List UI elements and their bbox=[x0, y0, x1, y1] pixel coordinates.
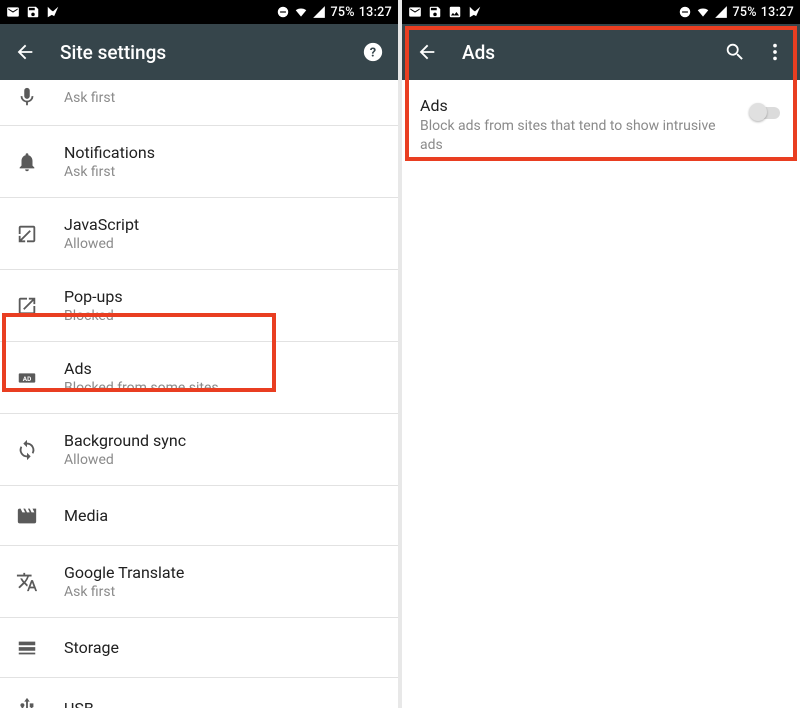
row-title: Storage bbox=[64, 638, 382, 657]
popup-icon bbox=[16, 295, 64, 317]
status-bar: 75% 13:27 bbox=[0, 0, 398, 24]
toolbar: Site settings ? bbox=[0, 24, 398, 80]
ads-switch[interactable] bbox=[750, 102, 784, 122]
status-left bbox=[6, 5, 60, 19]
play-icon bbox=[46, 5, 60, 19]
wifi-icon bbox=[696, 5, 710, 19]
usb-icon bbox=[16, 697, 64, 708]
row-ads[interactable]: AD Ads Blocked from some sites bbox=[0, 342, 398, 414]
ad-icon: AD bbox=[16, 367, 64, 389]
row-microphone[interactable]: Ask first bbox=[0, 80, 398, 126]
wifi-icon bbox=[294, 5, 308, 19]
signal-icon bbox=[312, 5, 326, 19]
row-title: JavaScript bbox=[64, 215, 382, 234]
switch-thumb bbox=[749, 103, 767, 121]
row-storage[interactable]: Storage bbox=[0, 618, 398, 678]
clock-text: 13:27 bbox=[761, 5, 794, 20]
ads-title: Ads bbox=[420, 96, 738, 115]
row-title: Pop-ups bbox=[64, 287, 382, 306]
ads-panel: Ads Block ads from sites that tend to sh… bbox=[402, 80, 800, 708]
row-popups[interactable]: Pop-ups Blocked bbox=[0, 270, 398, 342]
save-icon bbox=[428, 5, 442, 19]
row-title: Media bbox=[64, 506, 382, 525]
row-title: Ads bbox=[64, 359, 382, 378]
row-sub: Ask first bbox=[64, 164, 382, 180]
row-media[interactable]: Media bbox=[0, 486, 398, 546]
status-right: 75% 13:27 bbox=[678, 5, 794, 20]
back-icon[interactable] bbox=[416, 41, 438, 63]
sync-icon bbox=[16, 439, 64, 461]
status-right: 75% 13:27 bbox=[276, 5, 392, 20]
toolbar: Ads bbox=[402, 24, 800, 80]
back-icon[interactable] bbox=[14, 41, 36, 63]
row-sub: Allowed bbox=[64, 452, 382, 468]
battery-text: 75% bbox=[330, 5, 354, 20]
play-icon bbox=[468, 5, 482, 19]
clock-text: 13:27 bbox=[359, 5, 392, 20]
bell-icon bbox=[16, 151, 64, 173]
row-sub: Blocked from some sites bbox=[64, 380, 382, 396]
help-icon[interactable]: ? bbox=[362, 41, 384, 63]
row-google-translate[interactable]: Google Translate Ask first bbox=[0, 546, 398, 618]
mail-icon bbox=[408, 5, 422, 19]
mic-icon bbox=[16, 86, 64, 108]
more-icon[interactable] bbox=[764, 41, 786, 63]
row-javascript[interactable]: JavaScript Allowed bbox=[0, 198, 398, 270]
row-usb[interactable]: USB bbox=[0, 678, 398, 708]
row-sub: Allowed bbox=[64, 236, 382, 252]
row-title: Background sync bbox=[64, 431, 382, 450]
row-title: Notifications bbox=[64, 143, 382, 162]
image-icon bbox=[448, 5, 462, 19]
translate-icon bbox=[16, 571, 64, 593]
page-title: Ads bbox=[462, 41, 724, 64]
dnd-icon bbox=[678, 5, 692, 19]
phone-left: 75% 13:27 Site settings ? Ask first Noti… bbox=[0, 0, 398, 708]
media-icon bbox=[16, 505, 64, 527]
search-icon[interactable] bbox=[724, 41, 746, 63]
storage-icon bbox=[16, 637, 64, 659]
mail-icon bbox=[6, 5, 20, 19]
phone-right: 75% 13:27 Ads Ads Block ads from sites t… bbox=[402, 0, 800, 708]
status-bar: 75% 13:27 bbox=[402, 0, 800, 24]
row-background-sync[interactable]: Background sync Allowed bbox=[0, 414, 398, 486]
row-sub: Ask first bbox=[64, 90, 382, 106]
row-notifications[interactable]: Notifications Ask first bbox=[0, 126, 398, 198]
ads-toggle-row[interactable]: Ads Block ads from sites that tend to sh… bbox=[402, 80, 800, 171]
save-icon bbox=[26, 5, 40, 19]
row-sub: Blocked bbox=[64, 308, 382, 324]
js-icon bbox=[16, 223, 64, 245]
ads-description: Block ads from sites that tend to show i… bbox=[420, 117, 738, 155]
page-title: Site settings bbox=[60, 41, 362, 64]
row-sub: Ask first bbox=[64, 584, 382, 600]
battery-text: 75% bbox=[732, 5, 756, 20]
svg-text:?: ? bbox=[370, 46, 376, 61]
dnd-icon bbox=[276, 5, 290, 19]
row-title: USB bbox=[64, 699, 382, 708]
svg-text:AD: AD bbox=[23, 374, 31, 382]
status-left bbox=[408, 5, 482, 19]
settings-list: Ask first Notifications Ask first JavaSc… bbox=[0, 80, 398, 708]
row-title: Google Translate bbox=[64, 563, 382, 582]
signal-icon bbox=[714, 5, 728, 19]
